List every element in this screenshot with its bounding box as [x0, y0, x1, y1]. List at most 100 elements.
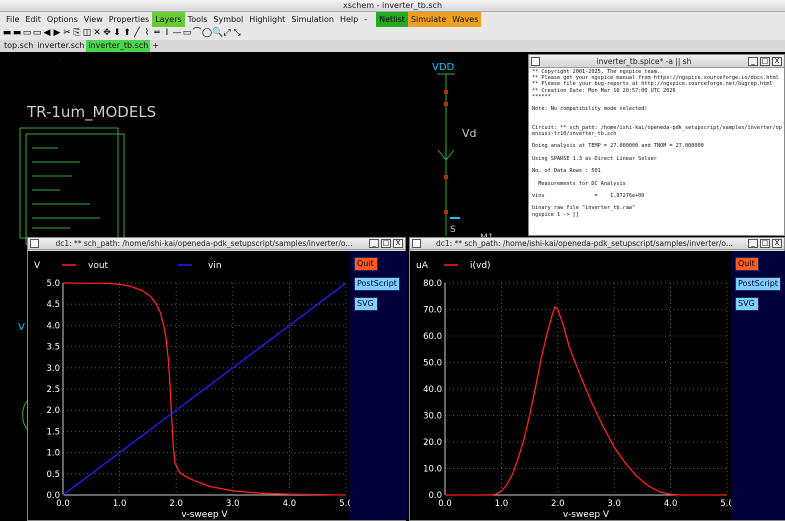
legend-label-ivd: i(vd) [470, 261, 491, 271]
toolbar: ▬ ▬ ▭ ▭ ◀ ▶ ✂ ⎘ ◫ ✕ ✥ ⬇ ⬆ ╱ ⌇ ═ I — ▭ ⌒ ◯ 🔍 ⤢ ⤡ [0, 27, 785, 40]
push-icon[interactable]: ⬇ [112, 27, 122, 40]
minimize-button[interactable]: _ [748, 56, 758, 66]
menu-layers[interactable]: Layers [152, 12, 185, 27]
terminal-titlebar: inverter_tb.spice* -a || sh _ □ X [529, 55, 784, 68]
wave1-buttons: Quit PostScript SVG [350, 251, 407, 520]
models-label: TR-1um_MODELS [26, 103, 156, 122]
new-icon[interactable]: ▭ [22, 27, 32, 40]
svg-button[interactable]: SVG [354, 297, 378, 311]
delete-icon[interactable]: ✕ [92, 27, 102, 40]
maximize-button[interactable]: □ [760, 239, 770, 248]
plot-area-vout[interactable]: Vvout vin 0.0 0.5 1.0 1.5 2.0 2.5 3.0 3.5 4.0 4.5 5.… [28, 251, 350, 520]
vd-label: Vd [462, 127, 477, 140]
x-tick-label: 4.0 [283, 499, 297, 509]
arc-icon[interactable]: ▭ [182, 27, 192, 40]
x-tick-label: 3.0 [226, 499, 240, 509]
vdd-label: VDD [432, 62, 455, 73]
simulate-button[interactable]: Simulate [407, 12, 450, 27]
add-tab-button[interactable]: + [150, 40, 161, 52]
netlist-button[interactable]: Netlist [376, 12, 408, 27]
close-button[interactable]: X [772, 239, 782, 248]
x-tick-label: 5.0 [339, 499, 350, 509]
y-tick-label: 30.0 [423, 412, 442, 422]
menu-symbol[interactable]: Symbol [210, 12, 246, 27]
terminal-output[interactable]: ** Copyright 2001-2025, The ngspice team… [529, 68, 784, 234]
menu-properties[interactable]: Properties [106, 12, 152, 27]
text-icon[interactable]: ◯ [202, 27, 212, 40]
unfit-icon[interactable]: ⤡ [232, 27, 242, 40]
menu-help[interactable]: Help [337, 12, 361, 27]
postscript-button[interactable]: PostScript [354, 277, 400, 291]
pop-icon[interactable]: ⬆ [122, 27, 132, 40]
poly-icon[interactable]: — [172, 27, 182, 40]
tab-inverter-tb[interactable]: inverter_tb.sch [86, 40, 151, 52]
menu-tools[interactable]: Tools [185, 12, 211, 27]
menu-edit[interactable]: Edit [22, 12, 44, 27]
ngspice-terminal[interactable]: inverter_tb.spice* -a || sh _ □ X ** Cop… [528, 54, 785, 236]
menu-view[interactable]: View [81, 12, 106, 27]
maximize-button[interactable]: □ [760, 56, 770, 66]
minimize-button[interactable]: _ [748, 239, 758, 248]
waveform-window-vout[interactable]: dc1: ** sch_path: /home/ishi-kai/openeda… [27, 237, 407, 521]
wire-icon[interactable]: ╱ [132, 27, 142, 40]
save-icon[interactable]: ▬ [2, 27, 12, 40]
menu-options[interactable]: Options [44, 12, 81, 27]
postscript-button[interactable]: PostScript [735, 277, 781, 291]
bus-icon[interactable]: ⌇ [142, 27, 152, 40]
y-tick-label: 10.0 [423, 465, 442, 475]
plot-area-ivd[interactable]: uA i(vd) 0.0 10.0 20.0 30.0 40.0 50.0 60.0 70.0 80… [410, 251, 731, 520]
waveform-window-ivd[interactable]: dc1: ** sch_path: /home/ishi-kai/openeda… [409, 237, 785, 521]
menu-more[interactable]: - [361, 12, 370, 27]
y-tick-label: 3.0 [46, 364, 60, 374]
window-menu-icon[interactable] [412, 239, 421, 248]
copy-icon[interactable]: ⎘ [72, 27, 82, 40]
terminal-line: ** Please file your bug-reports at http:… [532, 81, 773, 88]
series-line-ivd [445, 305, 727, 496]
rect-icon[interactable]: I [162, 27, 172, 40]
fit-icon[interactable]: ⤢ [222, 27, 232, 40]
open-icon[interactable]: ▬ [12, 27, 22, 40]
undo-icon[interactable]: ◀ [42, 27, 52, 40]
tab-inverter[interactable]: inverter.sch [35, 40, 86, 52]
wave2-titlebar: dc1: ** sch_path: /home/ishi-kai/openeda… [410, 238, 784, 250]
zoom-icon[interactable]: 🔍 [212, 27, 223, 40]
menu-highlight[interactable]: Highlight [246, 12, 288, 27]
xschem-titlebar: xschem - inverter_tb.sch [0, 0, 785, 12]
x-tick-label: 3.0 [607, 499, 621, 509]
paste-icon[interactable]: ◫ [82, 27, 92, 40]
y-tick-label: 60.0 [423, 332, 442, 342]
netlist-icon[interactable]: ▭ [32, 27, 42, 40]
minimize-button[interactable]: _ [369, 239, 379, 248]
y-tick-label: 20.0 [423, 438, 442, 448]
move-icon[interactable]: ✥ [102, 27, 112, 40]
quit-button[interactable]: Quit [735, 257, 759, 271]
window-menu-icon[interactable] [531, 56, 540, 66]
x-tick-label: 4.0 [664, 499, 678, 509]
close-button[interactable]: X [393, 239, 403, 248]
maximize-button[interactable]: □ [381, 239, 391, 248]
line-icon[interactable]: ═ [152, 27, 162, 40]
x-axis-label: v-sweep V [563, 510, 610, 520]
menu-simulation[interactable]: Simulation [288, 12, 337, 27]
window-menu-icon[interactable] [30, 239, 39, 248]
x-axis-label: v-sweep V [181, 510, 228, 520]
cut-icon[interactable]: ✂ [62, 27, 72, 40]
models-symbol[interactable] [19, 127, 125, 245]
waves-button[interactable]: Waves [449, 12, 482, 27]
y-tick-label: 4.0 [46, 321, 60, 331]
close-button[interactable]: X [772, 56, 782, 66]
quit-button[interactable]: Quit [354, 257, 378, 271]
y-tick-label: 2.5 [46, 385, 60, 395]
x-tick-label: 1.0 [113, 499, 127, 509]
y-axis-label: V [34, 261, 41, 271]
svg-button[interactable]: SVG [735, 297, 759, 311]
menu-file[interactable]: File [3, 12, 22, 27]
y-tick-label: 40.0 [423, 385, 442, 395]
tab-top[interactable]: top.sch [2, 40, 35, 52]
y-tick-label: 5.0 [46, 279, 60, 289]
circle-icon[interactable]: ⌒ [192, 27, 202, 40]
chart-ivd: uA i(vd) 0.0 10.0 20.0 30.0 40.0 50.0 60.0 70.0 80… [416, 261, 731, 520]
redo-icon[interactable]: ▶ [52, 27, 62, 40]
grid-dots [59, 59, 61, 61]
x-tick-label: 0.0 [56, 499, 70, 509]
